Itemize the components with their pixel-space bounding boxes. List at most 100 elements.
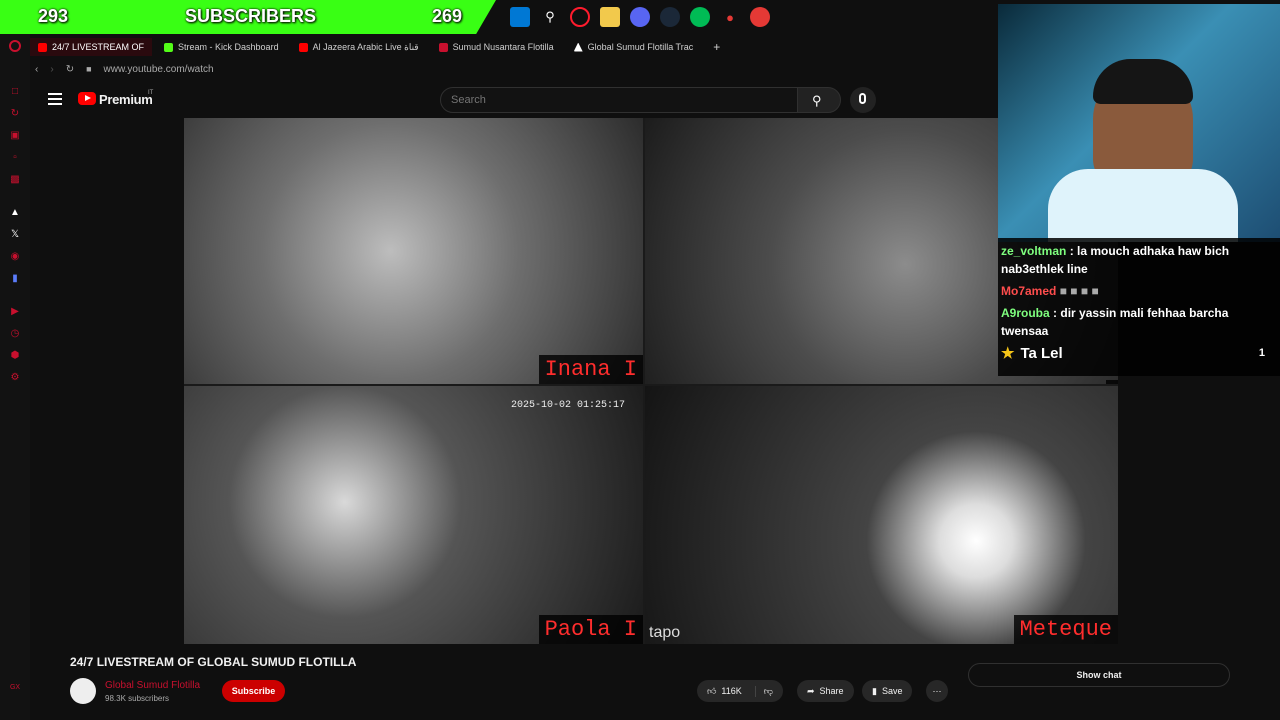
subscribe-button[interactable]: Subscribe <box>222 680 285 702</box>
tab-label: Global Sumud Flotilla Trac <box>587 42 694 52</box>
video-title: 24/7 LIVESTREAM OF GLOBAL SUMUD FLOTILLA <box>70 655 357 669</box>
hamburger-menu-icon[interactable] <box>48 93 62 105</box>
share-icon: ➦ <box>807 685 815 696</box>
chat-message: A9rouba : dir yassin mali fehhaa barcha … <box>1001 304 1277 340</box>
share-button[interactable]: ➦ Share <box>797 680 854 702</box>
sidebar-cube-icon[interactable]: ⬢ <box>9 350 21 362</box>
opera-logo-icon[interactable] <box>9 40 21 52</box>
taskbar: ⚲ ● <box>510 4 770 30</box>
tab-aljazeera[interactable]: Al Jazeera Arabic Live قناة <box>291 38 427 56</box>
search-icon[interactable]: ⚲ <box>540 7 560 27</box>
camera-name: Paola I <box>538 615 643 644</box>
sidebar-bag-icon[interactable]: ▣ <box>9 130 21 142</box>
subscriber-left-count: 293 <box>38 6 69 26</box>
tab-bar: 24/7 LIVESTREAM OF Stream - Kick Dashboa… <box>30 38 998 56</box>
camera-brand: tapo <box>649 624 681 641</box>
camera-timestamp: 2025-10-02 01:25:17 <box>510 400 625 411</box>
show-chat-button[interactable]: Show chat <box>968 663 1230 687</box>
back-icon[interactable]: ‹ <box>35 64 38 75</box>
tab-tracker[interactable]: Global Sumud Flotilla Trac <box>566 38 702 56</box>
obs-icon[interactable] <box>750 7 770 27</box>
sidebar-refresh-icon[interactable]: ↻ <box>9 108 21 120</box>
sidebar-shield-icon[interactable]: ▮ <box>9 273 21 285</box>
dislike-icon[interactable]: 👎︎ <box>754 685 773 697</box>
camera-feed: Inana I <box>184 118 643 384</box>
search-icon: ⚲ <box>812 93 822 108</box>
sidebar-arrow-icon[interactable]: ▲ <box>9 207 21 219</box>
sidebar-record-icon[interactable]: ◉ <box>9 251 21 263</box>
channel-avatar[interactable] <box>70 678 96 704</box>
camera-feed: 2025-10-02 01:25:17 Paola I <box>184 386 643 644</box>
save-label: Save <box>881 686 903 696</box>
discord-icon[interactable] <box>630 7 650 27</box>
windows-icon[interactable] <box>510 7 530 27</box>
flag-icon <box>438 42 448 52</box>
subscriber-label: SUBSCRIBERS <box>185 6 317 26</box>
video-player[interactable]: Inana I 2025-10-02 01:25:17 Paola I tapo… <box>184 118 1118 644</box>
address-bar: ‹ › ↻ ■ www.youtube.com/watch <box>30 60 998 78</box>
reload-icon[interactable]: ↻ <box>66 64 74 75</box>
youtube-logo-icon[interactable] <box>78 92 96 105</box>
chat-username: ze_voltman <box>1001 244 1067 258</box>
settings-icon[interactable]: ⚙ <box>9 372 21 384</box>
forward-icon[interactable]: › <box>50 64 53 75</box>
search-input[interactable] <box>440 87 798 113</box>
lock-icon: ■ <box>86 64 92 74</box>
chat-emotes: ■ ■ ■ ■ <box>1059 284 1099 298</box>
more-actions-button[interactable]: ⋯ <box>926 680 948 702</box>
chat-message: Mo7amed ■ ■ ■ ■ <box>1001 282 1277 300</box>
app-icon[interactable] <box>690 7 710 27</box>
share-label: Share <box>819 686 844 696</box>
subscriber-right-count: 269 <box>432 6 463 26</box>
sidebar-clock-icon[interactable]: ◷ <box>9 328 21 340</box>
sidebar-messenger-icon[interactable]: □ <box>9 86 21 98</box>
camera-feed: tapo Meteque <box>645 386 1118 644</box>
triangle-icon <box>573 42 583 52</box>
more-icon: ⋯ <box>932 685 942 696</box>
bookmark-icon: ▮ <box>872 685 877 696</box>
tab-nusantara[interactable]: Sumud Nusantara Flotilla <box>431 38 562 56</box>
search-button[interactable]: ⚲ <box>797 87 841 113</box>
speaker-icon <box>38 42 47 52</box>
browser-sidebar: □ ↻ ▣ ▫ ▩ ▲ 𝕏 ◉ ▮ ▶ ◷ ⬢ ⚙ GX <box>0 34 30 720</box>
like-count[interactable]: 116K <box>721 686 741 696</box>
chat-overlay: ze_voltman : la mouch adhaka haw bich na… <box>998 238 1280 376</box>
camera-name: Meteque <box>1013 615 1118 644</box>
sidebar-chat-icon[interactable]: ▫ <box>9 152 21 164</box>
tab-label: Al Jazeera Arabic Live قناة <box>312 41 419 52</box>
country-code: IT <box>148 90 154 96</box>
microphone-icon <box>859 93 866 104</box>
maps-icon[interactable]: ● <box>720 7 740 27</box>
premium-label[interactable]: Premium <box>99 92 153 107</box>
leader-name: Ta Lel <box>1020 344 1063 362</box>
trophy-icon: ★ <box>1001 345 1015 362</box>
sidebar-gx-icon[interactable]: GX <box>9 682 21 694</box>
tab-label: Stream - Kick Dashboard <box>178 42 279 52</box>
save-button[interactable]: ▮ Save <box>862 680 913 702</box>
tab-kick[interactable]: Stream - Kick Dashboard <box>156 38 287 56</box>
sidebar-play-icon[interactable]: ▶ <box>9 306 21 318</box>
folder-icon[interactable] <box>600 7 620 27</box>
youtube-icon <box>298 42 308 52</box>
steam-icon[interactable] <box>660 7 680 27</box>
tab-label: 24/7 LIVESTREAM OF <box>52 42 145 52</box>
voice-search-button[interactable] <box>850 87 876 113</box>
leaderboard: ★ Ta Lel 1 <box>1001 344 1277 363</box>
url-field[interactable]: www.youtube.com/watch <box>104 64 214 75</box>
new-tab-button[interactable]: + <box>705 38 728 56</box>
tab-livestream[interactable]: 24/7 LIVESTREAM OF <box>30 38 153 56</box>
tab-label: Sumud Nusantara Flotilla <box>452 42 554 52</box>
opera-icon[interactable] <box>570 7 590 27</box>
chat-message: ze_voltman : la mouch adhaka haw bich na… <box>1001 242 1277 278</box>
kick-icon <box>164 42 174 52</box>
sidebar-square-icon[interactable]: ▩ <box>9 174 21 186</box>
like-dislike-group: 👍︎ 116K 👎︎ <box>697 680 783 702</box>
youtube-header: Premium IT ⚲ <box>30 84 998 118</box>
chat-username: A9rouba <box>1001 306 1050 320</box>
streamer-webcam <box>998 4 1280 242</box>
like-icon[interactable]: 👍︎ <box>707 686 716 697</box>
x-icon[interactable]: 𝕏 <box>9 229 21 241</box>
subscriber-count: 98.3K subscribers <box>105 694 170 703</box>
channel-name[interactable]: Global Sumud Flotilla <box>105 680 200 691</box>
camera-name: Inana I <box>538 355 643 384</box>
